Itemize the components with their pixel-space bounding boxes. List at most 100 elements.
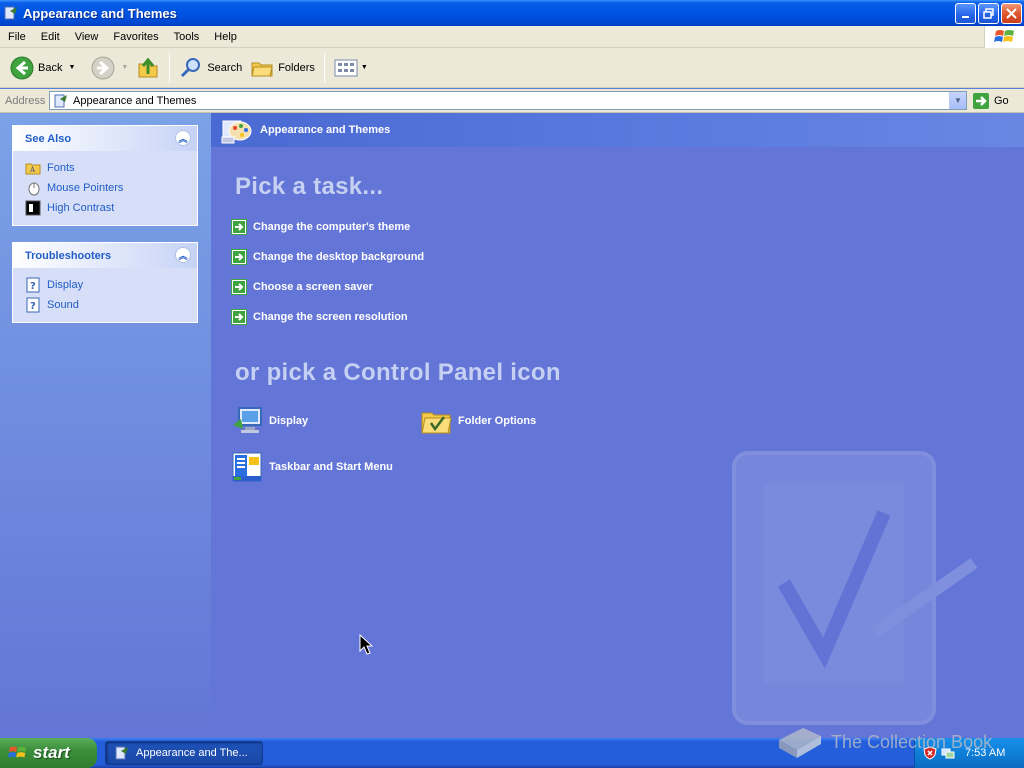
- search-icon: [181, 57, 201, 77]
- main-header: Appearance and Themes: [211, 113, 1024, 147]
- pick-icon-heading: or pick a Control Panel icon: [235, 359, 561, 386]
- minimize-button[interactable]: [955, 3, 976, 24]
- start-label: start: [33, 743, 70, 762]
- troubleshooters-panel: Troubleshooters ︽ ? Display ? Sound: [12, 242, 198, 323]
- go-arrow-icon: [973, 93, 989, 109]
- up-folder-button[interactable]: [132, 51, 164, 85]
- task-choose-screensaver-label: Choose a screen saver: [253, 281, 373, 293]
- views-icon: [334, 59, 358, 76]
- high-contrast-icon: [25, 200, 41, 216]
- collapse-icon[interactable]: ︽: [175, 130, 191, 146]
- start-button[interactable]: start: [0, 738, 97, 768]
- brand-label: The Collection Book: [831, 731, 993, 752]
- close-icon: [1006, 8, 1017, 19]
- address-value: Appearance and Themes: [73, 94, 197, 107]
- go-button[interactable]: Go: [972, 92, 1009, 110]
- help-icon: ?: [26, 277, 40, 293]
- troubleshooter-display[interactable]: ? Display: [25, 275, 197, 295]
- title-bar[interactable]: Appearance and Themes: [0, 0, 1024, 26]
- folders-button[interactable]: Folders: [246, 51, 319, 85]
- task-change-background-label: Change the desktop background: [253, 251, 425, 263]
- control-panel-icon: [115, 746, 128, 760]
- task-arrow-icon: [231, 309, 247, 325]
- views-button[interactable]: ▼: [330, 51, 372, 85]
- views-dropdown-icon: ▼: [360, 64, 368, 71]
- back-label: Back: [38, 61, 63, 74]
- address-bar: Address Appearance and Themes ▼ Go: [0, 89, 1024, 113]
- task-arrow-icon: [231, 219, 247, 235]
- task-change-resolution-label: Change the screen resolution: [253, 311, 408, 323]
- folder-options-icon: [421, 412, 452, 434]
- toolbar-separator: [169, 52, 171, 83]
- menu-help[interactable]: Help: [206, 31, 244, 43]
- restore-button[interactable]: [978, 3, 999, 24]
- forward-button[interactable]: ▼: [87, 51, 132, 85]
- appearance-themes-icon: [221, 120, 252, 144]
- menu-favorites[interactable]: Favorites: [105, 31, 165, 43]
- collection-book-watermark: The Collection Book: [775, 722, 992, 762]
- search-label: Search: [207, 61, 243, 74]
- cp-display-label: Display: [269, 415, 309, 427]
- toolbar: Back ▼ ▼ Search Folders ▼: [0, 48, 1024, 88]
- cp-display[interactable]: Display: [231, 405, 308, 437]
- see-also-header[interactable]: See Also ︽: [13, 126, 197, 151]
- troubleshooter-sound-label: Sound: [47, 299, 79, 311]
- windows-logo-icon: [984, 26, 1024, 48]
- menu-tools[interactable]: Tools: [166, 31, 207, 43]
- task-change-theme[interactable]: Change the computer's theme: [231, 219, 410, 235]
- window-title: Appearance and Themes: [23, 5, 177, 21]
- menu-edit[interactable]: Edit: [33, 31, 67, 43]
- see-also-fonts[interactable]: A Fonts: [25, 158, 197, 178]
- forward-arrow-icon: [91, 56, 115, 79]
- pick-task-heading: Pick a task...: [235, 173, 384, 200]
- search-button[interactable]: Search: [175, 51, 246, 85]
- troubleshooter-display-label: Display: [47, 279, 84, 291]
- taskbar-window-button[interactable]: Appearance and The...: [105, 741, 263, 765]
- see-also-fonts-label: Fonts: [47, 162, 75, 174]
- task-pane: See Also ︽ A Fonts Mouse Pointers High C…: [0, 113, 211, 738]
- back-dropdown-icon[interactable]: ▼: [68, 64, 75, 71]
- cp-taskbar-label: Taskbar and Start Menu: [269, 461, 393, 473]
- display-icon: [233, 407, 262, 433]
- help-icon: ?: [26, 297, 40, 313]
- see-also-panel: See Also ︽ A Fonts Mouse Pointers High C…: [12, 125, 198, 226]
- close-button[interactable]: [1001, 3, 1022, 24]
- troubleshooter-sound[interactable]: ? Sound: [25, 295, 197, 315]
- book-logo-icon: [779, 728, 821, 758]
- windows-logo-icon: [8, 746, 27, 758]
- task-change-theme-label: Change the computer's theme: [253, 221, 411, 233]
- back-arrow-icon: [10, 56, 34, 79]
- see-also-high-contrast-label: High Contrast: [47, 202, 115, 214]
- mouse-cursor-icon: [359, 634, 373, 655]
- task-choose-screensaver[interactable]: Choose a screen saver: [231, 279, 373, 295]
- troubleshooters-header[interactable]: Troubleshooters ︽: [13, 243, 197, 268]
- task-change-background[interactable]: Change the desktop background: [231, 249, 424, 265]
- main-content: Appearance and Themes Pick a task... Cha…: [211, 113, 1024, 738]
- cp-folder-options[interactable]: Folder Options: [420, 405, 536, 437]
- fonts-folder-icon: A: [25, 163, 41, 175]
- address-dropdown-button[interactable]: ▼: [949, 92, 966, 109]
- menu-view[interactable]: View: [67, 31, 106, 43]
- menu-file[interactable]: File: [0, 31, 33, 43]
- svg-text:?: ?: [30, 301, 36, 312]
- back-button[interactable]: Back ▼: [6, 51, 79, 85]
- see-also-high-contrast[interactable]: High Contrast: [25, 198, 197, 218]
- restore-icon: [983, 8, 994, 19]
- toolbar-separator: [323, 52, 325, 83]
- collapse-icon[interactable]: ︽: [175, 247, 191, 263]
- up-folder-icon: [138, 57, 158, 77]
- svg-text:A: A: [29, 166, 36, 174]
- address-field[interactable]: Appearance and Themes ▼: [49, 91, 967, 110]
- forward-dropdown-icon[interactable]: ▼: [121, 64, 128, 71]
- see-also-mouse-pointers[interactable]: Mouse Pointers: [25, 178, 197, 198]
- troubleshooters-title: Troubleshooters: [25, 249, 112, 262]
- task-arrow-icon: [231, 249, 247, 265]
- folders-label: Folders: [278, 61, 315, 74]
- mouse-icon: [28, 182, 40, 196]
- folders-icon: [251, 62, 273, 76]
- task-change-resolution[interactable]: Change the screen resolution: [231, 309, 408, 325]
- cp-folder-options-label: Folder Options: [458, 415, 537, 427]
- cp-taskbar-start-menu[interactable]: Taskbar and Start Menu: [231, 451, 393, 483]
- menu-bar: File Edit View Favorites Tools Help: [0, 26, 1024, 48]
- address-label: Address: [5, 94, 46, 107]
